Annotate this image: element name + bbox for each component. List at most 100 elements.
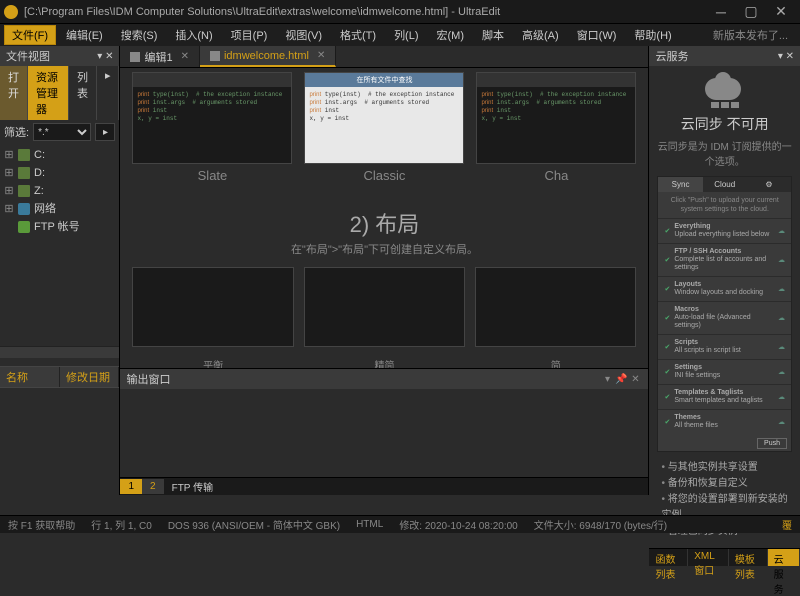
editor-tab[interactable]: 编辑1✕: [120, 46, 200, 67]
menu-7[interactable]: 列(L): [386, 25, 426, 45]
menu-3[interactable]: 插入(N): [167, 25, 220, 45]
right-tab[interactable]: 云服务: [768, 549, 800, 566]
file-view-title: 文件视图: [6, 48, 50, 64]
cloud-sub: 云同步是为 IDM 订阅提供的一个选项。: [655, 138, 794, 168]
theme-card[interactable]: 在所有文件中查找print type(inst) # the exception…: [304, 72, 464, 183]
sync-item[interactable]: ✔SettingsINI file settings☁: [658, 359, 791, 384]
pin-icon[interactable]: 📌: [614, 374, 628, 385]
cloud-tab[interactable]: Cloud: [703, 177, 747, 192]
status-pos: 行 1, 列 1, C0: [87, 517, 156, 532]
check-icon: ✔: [664, 368, 670, 376]
cloud-up-icon: ☁: [778, 368, 785, 376]
layout-card[interactable]: [304, 267, 465, 347]
status-help: 按 F1 获取帮助: [4, 517, 79, 532]
menu-10[interactable]: 高级(A): [514, 25, 567, 45]
drive-icon: [18, 185, 30, 197]
col-date[interactable]: 修改日期: [60, 367, 119, 387]
menu-4[interactable]: 项目(P): [223, 25, 276, 45]
filter-go-button[interactable]: ▸: [95, 123, 115, 141]
sync-item[interactable]: ✔MacrosAuto-load file (Advanced settings…: [658, 301, 791, 334]
menu-2[interactable]: 搜索(S): [113, 25, 166, 45]
tab-more-icon[interactable]: ▸: [97, 66, 120, 120]
theme-card[interactable]: print type(inst) # the exception instanc…: [132, 72, 292, 183]
file-icon: [210, 51, 220, 61]
tree-node[interactable]: ⊞D:: [4, 164, 115, 182]
cloud-bullet: 备份和恢复自定义: [661, 476, 788, 492]
right-tab[interactable]: 模板列表: [729, 549, 768, 566]
check-icon: ✔: [664, 256, 670, 264]
check-icon: ✔: [664, 285, 670, 293]
close-icon[interactable]: ✕: [181, 51, 189, 62]
menu-5[interactable]: 视图(V): [277, 25, 330, 45]
layout-card[interactable]: [132, 267, 293, 347]
check-icon: ✔: [664, 418, 670, 426]
cloud-title: 云同步 不可用: [649, 114, 800, 134]
tree-node[interactable]: ⊞网络: [4, 200, 115, 218]
sync-item[interactable]: ✔ScriptsAll scripts in script list☁: [658, 334, 791, 359]
sync-note: Click "Push" to upload your current syst…: [658, 192, 791, 218]
scrollbar[interactable]: [0, 346, 119, 358]
app-icon: [4, 5, 18, 19]
output-tab-1[interactable]: 1: [120, 479, 142, 494]
check-icon: ✔: [664, 393, 670, 401]
cloud-up-icon: ☁: [778, 285, 785, 293]
right-tab[interactable]: 函数列表: [649, 549, 688, 566]
cloud-icon: [705, 78, 745, 108]
push-button[interactable]: Push: [757, 438, 787, 449]
cloud-up-icon: ☁: [778, 418, 785, 426]
close-icon[interactable]: ✕: [628, 374, 642, 385]
pin-icon[interactable]: ▾ ✕: [97, 51, 113, 62]
tree-node[interactable]: ⊞Z:: [4, 182, 115, 200]
drive-icon: [18, 167, 30, 179]
menu-9[interactable]: 脚本: [474, 25, 512, 45]
close-icon[interactable]: ✕: [317, 50, 325, 61]
filter-select[interactable]: *.*: [33, 123, 91, 141]
status-mode: 覆: [778, 517, 796, 532]
net-icon: [18, 203, 30, 215]
menu-11[interactable]: 窗口(W): [569, 25, 625, 45]
ribbon-notice[interactable]: 新版本发布了...: [705, 27, 796, 43]
menu-1[interactable]: 编辑(E): [58, 25, 111, 45]
menu-8[interactable]: 宏(M): [429, 25, 473, 45]
tree-node[interactable]: ⊞C:: [4, 146, 115, 164]
check-icon: ✔: [664, 314, 670, 322]
cloud-up-icon: ☁: [778, 393, 785, 401]
right-tab[interactable]: XML 窗口: [688, 549, 729, 566]
dropdown-icon[interactable]: ▾: [600, 374, 614, 385]
status-size: 文件大小: 6948/170 (bytes/行): [530, 517, 671, 532]
layout-cap: 平衡: [132, 357, 293, 368]
cloud-panel-title: 云服务: [655, 48, 688, 64]
theme-card[interactable]: print type(inst) # the exception instanc…: [476, 72, 636, 183]
menu-6[interactable]: 格式(T): [332, 25, 384, 45]
sync-item[interactable]: ✔FTP / SSH AccountsComplete list of acco…: [658, 243, 791, 276]
section-sub: 在"布局">"布局"下可创建自定义布局。: [120, 241, 648, 257]
sync-item[interactable]: ✔ThemesAll theme files☁: [658, 409, 791, 434]
section-title: 2) 布局: [120, 207, 648, 239]
close-button[interactable]: ✕: [766, 3, 796, 21]
check-icon: ✔: [664, 343, 670, 351]
left-tab[interactable]: 列表: [69, 66, 97, 120]
sync-item[interactable]: ✔Templates & TaglistsSmart templates and…: [658, 384, 791, 409]
sync-tab[interactable]: Sync: [658, 177, 702, 192]
cloud-up-icon: ☁: [778, 314, 785, 322]
sync-item[interactable]: ✔LayoutsWindow layouts and docking☁: [658, 276, 791, 301]
gear-icon[interactable]: ⚙: [747, 177, 791, 192]
output-tab-ftp[interactable]: FTP 传输: [164, 477, 221, 496]
menu-0[interactable]: 文件(F): [4, 25, 56, 45]
pin-icon[interactable]: ▾ ✕: [778, 51, 794, 62]
output-tab-2[interactable]: 2: [142, 479, 164, 494]
left-tab[interactable]: 打开: [0, 66, 28, 120]
ftp-icon: [18, 221, 30, 233]
layout-card[interactable]: [475, 267, 636, 347]
sync-item[interactable]: ✔EverythingUpload everything listed belo…: [658, 218, 791, 243]
maximize-button[interactable]: ▢: [736, 3, 766, 21]
menu-12[interactable]: 帮助(H): [626, 25, 679, 45]
minimize-button[interactable]: ─: [706, 3, 736, 21]
status-enc: DOS 936 (ANSI/OEM - 简体中文 GBK): [164, 517, 344, 532]
output-title: 输出窗口: [126, 371, 170, 387]
tree-node[interactable]: FTP 帐号: [4, 218, 115, 236]
left-tab[interactable]: 资源管理器: [28, 66, 69, 120]
col-name[interactable]: 名称: [0, 367, 60, 387]
cloud-up-icon: ☁: [778, 343, 785, 351]
editor-tab[interactable]: idmwelcome.html✕: [200, 46, 336, 67]
